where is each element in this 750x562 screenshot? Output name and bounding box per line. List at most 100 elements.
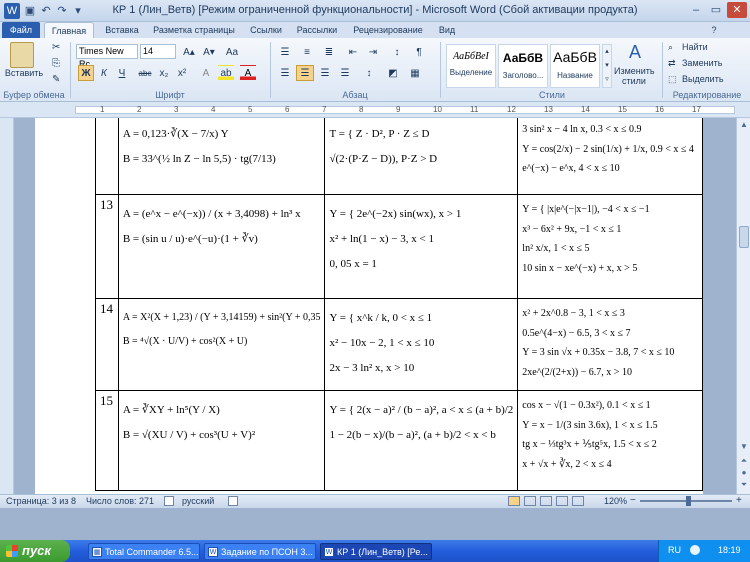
style-heading[interactable]: АаБбВ Заголово...	[498, 44, 548, 88]
numbering-icon[interactable]: ≡	[298, 44, 316, 60]
tab-insert[interactable]: Вставка	[98, 22, 146, 38]
page-count[interactable]: Страница: 3 из 8	[6, 496, 76, 506]
formula-line: A = (e^x − e^(−x)) / (x + 3,4098) + ln³ …	[122, 208, 301, 220]
find-button[interactable]: Найти	[682, 42, 708, 52]
decrease-indent-icon[interactable]: ⇤	[344, 44, 362, 60]
multilevel-list-icon[interactable]: ≣	[320, 44, 338, 60]
cut-icon[interactable]: ✂	[52, 42, 64, 54]
variant-number[interactable]: 13	[95, 194, 119, 299]
document-page[interactable]: A = 0,123·∛(X − 7/x) Y B = 33^(½ ln Z − l…	[35, 118, 703, 494]
tab-references[interactable]: Ссылки	[244, 22, 288, 38]
underline-button[interactable]: Ч	[114, 65, 130, 81]
font-size-box[interactable]: 14	[140, 44, 176, 59]
clock[interactable]: 18:19	[718, 545, 741, 555]
formula-cell[interactable]: Y = { x^k / k, 0 < x ≤ 1 x² − 10x − 2, 1…	[324, 298, 519, 391]
grow-font-button[interactable]: A▴	[180, 44, 198, 60]
formula-cell[interactable]: Y = { 2e^(−2x) sin(wx), x > 1 x² + ln(1 …	[324, 194, 519, 299]
align-right-icon[interactable]: ☰	[316, 65, 334, 81]
formula-cell[interactable]: Y = { 2(x − a)² / (b − a)², a < x ≤ (a +…	[324, 390, 519, 491]
zoom-in-button[interactable]: +	[736, 495, 742, 506]
tab-review[interactable]: Рецензирование	[346, 22, 430, 38]
scroll-down-icon[interactable]: ▼	[737, 440, 750, 454]
borders-icon[interactable]: ▦	[406, 65, 424, 81]
shading-icon[interactable]: ◩	[384, 65, 402, 81]
print-layout-icon[interactable]	[508, 496, 520, 506]
paste-icon[interactable]	[10, 42, 34, 68]
full-screen-icon[interactable]	[524, 496, 536, 506]
formula-cell[interactable]: cos x − √(1 − 0.3x²), 0.1 < x ≤ 1 Y = x −…	[517, 390, 703, 491]
styles-scroll-icon[interactable]: ▴ ▾ ▿	[602, 44, 612, 88]
zoom-out-button[interactable]: −	[630, 495, 636, 506]
ruler-number: 15	[618, 105, 627, 114]
document-workspace[interactable]: A = 0,123·∛(X − 7/x) Y B = 33^(½ ln Z − l…	[14, 118, 736, 494]
draft-icon[interactable]	[572, 496, 584, 506]
tray-app-icon[interactable]	[690, 545, 700, 555]
tab-page-layout[interactable]: Разметка страницы	[148, 22, 240, 38]
show-marks-button[interactable]: ¶	[410, 44, 428, 60]
formula-cell[interactable]: A = (e^x − e^(−x)) / (x + 3,4098) + ln³ …	[117, 194, 326, 299]
variant-number[interactable]: 15	[95, 390, 119, 491]
font-name-box[interactable]: Times New Rc	[76, 44, 138, 69]
minimize-button[interactable]: –	[686, 2, 706, 18]
superscript-button[interactable]: x²	[174, 65, 190, 81]
change-styles-button[interactable]: Изменить стили	[614, 66, 655, 86]
justify-icon[interactable]: ☰	[336, 65, 354, 81]
replace-button[interactable]: Заменить	[682, 58, 722, 68]
style-emphasis[interactable]: АаБбВеI Выделение	[446, 44, 496, 88]
italic-button[interactable]: К	[96, 65, 112, 81]
select-button[interactable]: Выделить	[682, 74, 724, 84]
align-center-icon[interactable]: ☰	[296, 65, 314, 81]
paste-button[interactable]: Вставить	[2, 68, 46, 78]
formula-cell[interactable]: A = ∛XY + ln⁵(Y / X) B = √(XU / V) + cos³…	[117, 390, 326, 491]
copy-icon[interactable]: ⎘	[52, 58, 64, 70]
formula-cell[interactable]: 3 sin² x − 4 ln x, 0.3 < x ≤ 0.9 Y = cos(…	[517, 118, 703, 195]
formula-cell[interactable]: x² + 2x^0.8 − 3, 1 < x ≤ 3 0.5e^(4−x) − 6…	[517, 298, 703, 391]
scroll-thumb[interactable]	[739, 226, 749, 248]
tab-mailings[interactable]: Рассылки	[290, 22, 344, 38]
task-word-doc-1[interactable]: W Задание по ПСОН 3...	[204, 543, 316, 560]
style-title[interactable]: АаБбВ Название	[550, 44, 600, 88]
maximize-button[interactable]: ▭	[706, 2, 726, 18]
scroll-up-icon[interactable]: ▲	[737, 118, 750, 132]
bullets-icon[interactable]: ☰	[276, 44, 294, 60]
tab-view[interactable]: Вид	[432, 22, 462, 38]
highlight-button[interactable]: ab	[218, 65, 234, 81]
line-spacing-icon[interactable]: ↕	[360, 65, 378, 81]
shrink-font-button[interactable]: A▾	[200, 44, 218, 60]
vertical-ruler[interactable]	[0, 118, 14, 494]
text-effects-button[interactable]: A	[198, 65, 214, 81]
sort-icon[interactable]: ↕	[388, 44, 406, 60]
change-styles-icon[interactable]: A	[626, 42, 644, 62]
formula-cell[interactable]: A = 0,123·∛(X − 7/x) Y B = 33^(½ ln Z − l…	[117, 118, 326, 195]
align-left-icon[interactable]: ☰	[276, 65, 294, 81]
word-count[interactable]: Число слов: 271	[86, 496, 154, 506]
increase-indent-icon[interactable]: ⇥	[364, 44, 382, 60]
task-word-doc-2[interactable]: W КР 1 (Лин_Ветв) [Ре...	[320, 543, 432, 560]
variant-number[interactable]	[95, 118, 119, 195]
zoom-level[interactable]: 120%	[604, 496, 627, 506]
macro-icon[interactable]	[228, 496, 238, 506]
outline-icon[interactable]	[556, 496, 568, 506]
format-painter-icon[interactable]: ✎	[52, 74, 64, 86]
tab-file[interactable]: Файл	[2, 22, 40, 38]
help-icon[interactable]: ?	[706, 22, 722, 38]
subscript-button[interactable]: x₂	[156, 65, 172, 81]
formula-cell[interactable]: A = X²(X + 1,23) / (Y + 3,14159) + sin²(…	[117, 298, 326, 391]
close-button[interactable]: ✕	[727, 2, 747, 18]
variant-number[interactable]: 14	[95, 298, 119, 391]
font-color-button[interactable]: A	[240, 65, 256, 81]
proofing-icon[interactable]	[164, 496, 174, 506]
tab-home[interactable]: Главная	[44, 22, 94, 38]
input-language[interactable]: RU	[668, 545, 681, 555]
formula-cell[interactable]: T = { Z · D², P · Z ≤ D √(2·(P·Z − D)), …	[324, 118, 519, 195]
next-page-icon[interactable]: ⏷	[737, 478, 750, 492]
vertical-scrollbar[interactable]: ▲ ▼ ⏶ ● ⏷	[736, 118, 750, 494]
bold-button[interactable]: Ж	[78, 65, 94, 81]
formula-cell[interactable]: Y = { |x|e^(−|x−1|), −4 < x ≤ −1 x³ − 6x…	[517, 194, 703, 299]
task-total-commander[interactable]: ▦ Total Commander 6.5...	[88, 543, 200, 560]
strikethrough-button[interactable]: abc	[136, 65, 154, 81]
zoom-slider-handle[interactable]	[686, 496, 691, 506]
language-indicator[interactable]: русский	[182, 496, 214, 506]
change-case-button[interactable]: Aa	[222, 44, 242, 60]
web-layout-icon[interactable]	[540, 496, 552, 506]
